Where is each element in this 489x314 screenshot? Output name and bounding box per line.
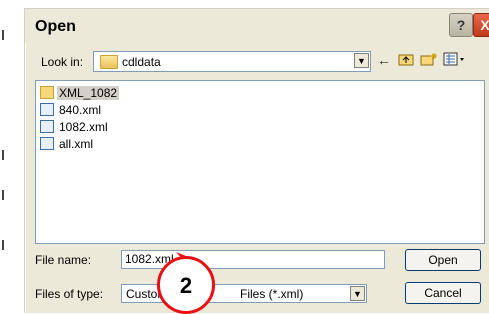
file-name-input[interactable]: 1082.xml [121,250,385,269]
open-dialog: Open ? X Look in: cdldata ▼ ← XML_1082 8… [24,8,489,313]
look-in-label: Look in: [41,55,84,69]
title-bar: Open ? X [25,9,489,43]
look-in-value: cdldata [122,55,161,69]
files-of-type-label: Files of type: [35,287,104,301]
margin-mark [2,190,4,200]
up-folder-icon[interactable] [397,52,415,68]
open-folder-icon [100,55,118,69]
cancel-button[interactable]: Cancel [405,282,481,304]
look-in-combo[interactable]: cdldata ▼ [93,51,371,72]
chevron-down-icon[interactable]: ▼ [350,286,365,301]
callout-number: 2 [179,273,193,298]
xml-file-icon [40,137,54,150]
views-menu-icon[interactable] [443,52,467,68]
xml-file-icon [40,120,54,133]
folder-icon [40,86,54,99]
margin-mark [2,240,4,250]
file-name-label: File name: [35,253,92,267]
help-button[interactable]: ? [449,13,473,37]
back-arrow-icon[interactable]: ← [375,52,393,68]
margin-mark [2,150,4,160]
background-document [0,0,24,310]
dialog-title: Open [35,18,76,35]
margin-mark [2,30,4,40]
chevron-down-icon[interactable]: ▼ [354,53,369,68]
file-list[interactable]: XML_1082 840.xml 1082.xml all.xml [35,80,485,244]
new-folder-icon[interactable] [420,52,438,68]
close-button[interactable]: X [473,13,489,37]
xml-file-icon [40,103,54,116]
files-of-type-value-end: Files (*.xml) [240,287,304,301]
callout-circle: 2 [157,256,215,314]
open-button[interactable]: Open [405,249,481,271]
